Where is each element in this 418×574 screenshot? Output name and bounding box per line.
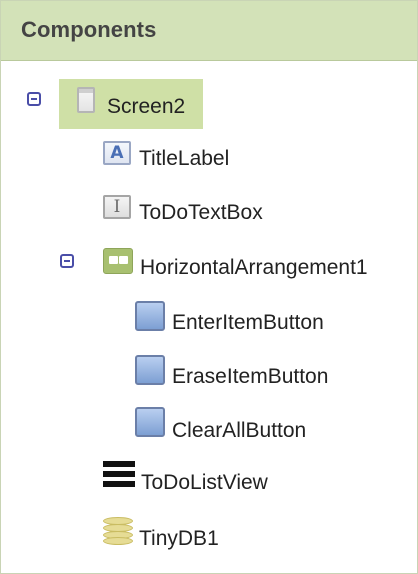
components-header: Components: [1, 1, 417, 61]
collapse-horizontalarrangement1-toggle[interactable]: [60, 254, 74, 268]
tree-node-horizontalarrangement1[interactable]: HorizontalArrangement1: [103, 247, 413, 287]
tree-node-label: HorizontalArrangement1: [140, 256, 368, 279]
tree-node-label: TinyDB1: [139, 527, 219, 550]
tree-node-label: ClearAllButton: [172, 419, 307, 442]
tree-node-todolistview[interactable]: ToDoListView: [103, 461, 323, 501]
components-panel: Components Screen2 A TitleLabel I ToDoTe…: [0, 0, 418, 574]
collapse-screen2-toggle[interactable]: [27, 92, 41, 106]
tree-node-label: EnterItemButton: [172, 311, 324, 334]
tree-node-screen2[interactable]: Screen2: [59, 79, 203, 129]
panel-title: Components: [21, 17, 157, 42]
label-icon: A: [103, 141, 131, 165]
tinydb-icon: [103, 517, 133, 545]
tree-node-eraseitembutton[interactable]: EraseItemButton: [135, 355, 375, 395]
screen-icon: [77, 87, 95, 113]
tree-node-tinydb1[interactable]: TinyDB1: [103, 517, 263, 557]
tree-node-label: EraseItemButton: [172, 365, 329, 388]
tree-node-todotextbox[interactable]: I ToDoTextBox: [103, 195, 303, 235]
tree-node-label: Screen2: [107, 95, 186, 118]
textbox-icon: I: [103, 195, 131, 219]
tree-node-label: ToDoTextBox: [139, 201, 263, 224]
component-tree: Screen2 A TitleLabel I ToDoTextBox Horiz…: [1, 61, 417, 573]
tree-node-enteritembutton[interactable]: EnterItemButton: [135, 301, 375, 341]
button-icon: [135, 301, 165, 331]
listview-icon: [103, 461, 135, 489]
tree-node-titlelabel[interactable]: A TitleLabel: [103, 141, 263, 181]
tree-node-label: ToDoListView: [141, 471, 268, 494]
horizontal-arrangement-icon: [103, 248, 133, 274]
button-icon: [135, 407, 165, 437]
tree-node-label: TitleLabel: [139, 147, 230, 170]
button-icon: [135, 355, 165, 385]
tree-node-clearallbutton[interactable]: ClearAllButton: [135, 407, 375, 447]
